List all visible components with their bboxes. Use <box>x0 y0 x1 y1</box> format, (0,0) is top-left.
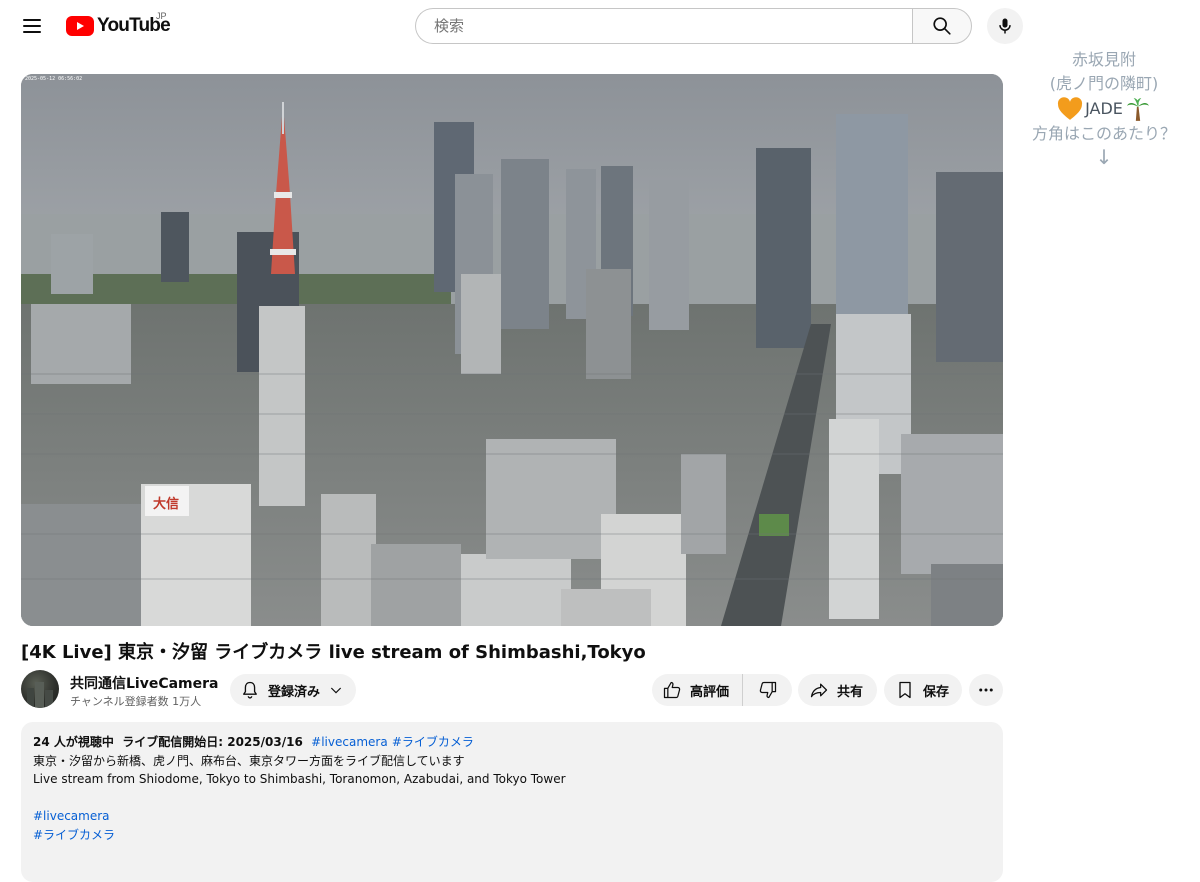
description-spacer <box>33 789 991 808</box>
hashtag-inline-livecamera[interactable]: #livecamera <box>311 735 388 749</box>
video-player[interactable]: 大信 2025-05-12 06:56:02 <box>21 74 1003 626</box>
bell-icon <box>243 681 257 699</box>
subscribed-button[interactable]: 登録済み <box>230 674 356 706</box>
city-skyline-image: 大信 <box>21 74 1003 626</box>
hashtag-livecamera-ja[interactable]: #ライブカメラ <box>33 828 115 842</box>
hashtag-inline-livecamera-ja[interactable]: #ライブカメラ <box>392 735 474 749</box>
masthead: YouTube JP <box>0 0 1200 52</box>
side-annotation: 赤坂見附 (虎ノ門の隣町) JADE 方角はこのあたり？ ↓ <box>1020 48 1188 168</box>
annotation-line-2: (虎ノ門の隣町) <box>1049 74 1159 93</box>
viewer-count: 24 人が視聴中 <box>33 735 114 749</box>
palm-tree-icon <box>1127 98 1149 121</box>
annotation-brand-row: JADE <box>1020 96 1188 122</box>
search-box[interactable] <box>415 8 913 44</box>
save-button[interactable]: 保存 <box>884 674 962 706</box>
search-icon <box>933 17 951 35</box>
voice-search-button[interactable] <box>987 8 1023 44</box>
more-actions-button[interactable] <box>969 674 1003 706</box>
bookmark-icon <box>899 681 911 699</box>
description-meta: 24 人が視聴中 ライブ配信開始日: 2025/03/16 #livecamer… <box>33 733 991 752</box>
video-timestamp-overlay: 2025-05-12 06:56:02 <box>25 76 83 82</box>
svg-text:大信: 大信 <box>153 496 179 512</box>
annotation-line-1: 赤坂見附 <box>1071 50 1136 69</box>
channel-name[interactable]: 共同通信LiveCamera <box>70 673 219 693</box>
thumb-up-icon <box>663 681 681 699</box>
save-label: 保存 <box>923 684 950 700</box>
stream-start-date: ライブ配信開始日: 2025/03/16 <box>122 735 303 749</box>
like-button[interactable]: 高評価 <box>652 674 743 706</box>
thumb-down-icon <box>759 681 776 699</box>
youtube-logo[interactable]: YouTube <box>66 12 171 40</box>
chevron-down-icon <box>330 687 342 694</box>
dislike-button[interactable] <box>743 674 792 706</box>
like-label: 高評価 <box>690 684 730 700</box>
share-button[interactable]: 共有 <box>798 674 877 706</box>
youtube-play-icon <box>66 16 94 36</box>
subscribed-label: 登録済み <box>268 684 321 700</box>
search-button[interactable] <box>912 8 972 44</box>
down-arrow-icon: ↓ <box>1095 145 1113 169</box>
hashtag-livecamera[interactable]: #livecamera <box>33 809 110 823</box>
heart-icon <box>1058 97 1083 120</box>
channel-avatar[interactable] <box>21 670 59 708</box>
share-icon <box>810 683 828 698</box>
subscriber-count: チャンネル登録者数 1万人 <box>70 695 202 708</box>
description-line-en: Live stream from Shiodome, Tokyo to Shim… <box>33 772 566 786</box>
more-horiz-icon <box>979 688 993 692</box>
video-title: [4K Live] 東京・汐留 ライブカメラ live stream of Sh… <box>21 642 646 663</box>
region-code: JP <box>156 11 167 21</box>
description-box[interactable]: 24 人が視聴中 ライブ配信開始日: 2025/03/16 #livecamer… <box>21 722 1003 882</box>
mic-icon <box>999 18 1011 34</box>
description-line-ja: 東京・汐留から新橋、虎ノ門、麻布台、東京タワー方面をライブ配信しています <box>33 753 465 768</box>
like-dislike-group: 高評価 <box>652 674 792 706</box>
share-label: 共有 <box>837 684 864 700</box>
annotation-line-4: 方角はこのあたり？ <box>1031 124 1176 143</box>
search-input[interactable] <box>432 16 913 36</box>
owner-row: 共同通信LiveCamera チャンネル登録者数 1万人 登録済み 高評価 共有 <box>21 670 1003 710</box>
annotation-brand: JADE <box>1085 99 1123 118</box>
menu-icon[interactable] <box>14 8 50 44</box>
